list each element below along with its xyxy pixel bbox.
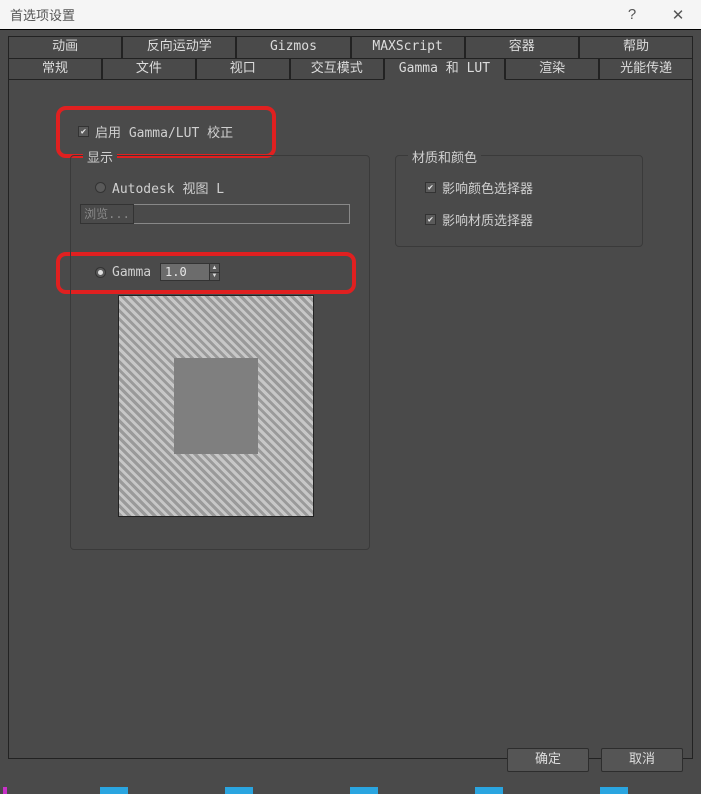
spinner-up-icon[interactable]: ▲ xyxy=(209,263,220,273)
titlebar: 首选项设置 ? ✕ xyxy=(0,0,701,30)
tab-render[interactable]: 渲染 xyxy=(505,58,599,80)
gamma-spinner[interactable]: 1.0 ▲ ▼ xyxy=(160,263,220,281)
enable-gamma-checkbox[interactable]: ✔ 启用 Gamma/LUT 校正 xyxy=(78,122,233,141)
radio-autodesk-view[interactable]: Autodesk 视图 L xyxy=(95,178,224,197)
tab-row-2: 常规 文件 视口 交互模式 Gamma 和 LUT 渲染 光能传递 xyxy=(8,58,693,80)
affect-material-picker-checkbox[interactable]: ✔ 影响材质选择器 xyxy=(425,210,533,229)
tab-viewport[interactable]: 视口 xyxy=(196,58,290,80)
tab-maxscript[interactable]: MAXScript xyxy=(351,36,465,58)
tab-help[interactable]: 帮助 xyxy=(579,36,693,58)
browse-field[interactable] xyxy=(134,204,350,224)
tab-general[interactable]: 常规 xyxy=(8,58,102,80)
gamma-value[interactable]: 1.0 xyxy=(160,263,209,281)
tab-gamma-lut[interactable]: Gamma 和 LUT xyxy=(384,58,506,80)
gamma-preview xyxy=(118,295,314,517)
affect-material-picker-label: 影响材质选择器 xyxy=(442,210,533,229)
edge-marks xyxy=(0,787,701,794)
browse-button[interactable]: 浏览... xyxy=(80,204,134,224)
check-icon: ✔ xyxy=(425,214,436,225)
help-button[interactable]: ? xyxy=(609,0,655,29)
material-group: 材质和颜色 xyxy=(395,155,643,247)
radio-gamma[interactable]: Gamma xyxy=(95,265,151,280)
affect-color-picker-label: 影响颜色选择器 xyxy=(442,178,533,197)
affect-color-picker-checkbox[interactable]: ✔ 影响颜色选择器 xyxy=(425,178,533,197)
footer-buttons: 确定 取消 xyxy=(507,748,683,772)
tab-gizmos[interactable]: Gizmos xyxy=(236,36,350,58)
display-group-label: 显示 xyxy=(83,147,117,166)
radio-icon xyxy=(95,267,106,278)
ok-button[interactable]: 确定 xyxy=(507,748,589,772)
check-icon: ✔ xyxy=(425,182,436,193)
tab-ik[interactable]: 反向运动学 xyxy=(122,36,236,58)
cancel-button[interactable]: 取消 xyxy=(601,748,683,772)
spinner-down-icon[interactable]: ▼ xyxy=(209,273,220,282)
radio-gamma-label: Gamma xyxy=(112,265,151,280)
check-icon: ✔ xyxy=(78,126,89,137)
tab-files[interactable]: 文件 xyxy=(102,58,196,80)
tab-container[interactable]: 容器 xyxy=(465,36,579,58)
tab-radiosity[interactable]: 光能传递 xyxy=(599,58,693,80)
tab-interaction[interactable]: 交互模式 xyxy=(290,58,384,80)
gamma-preview-swatch xyxy=(174,358,258,454)
radio-icon xyxy=(95,182,106,193)
radio-autodesk-label: Autodesk 视图 L xyxy=(112,178,224,197)
material-group-label: 材质和颜色 xyxy=(408,147,481,166)
window-title: 首选项设置 xyxy=(10,5,75,24)
close-button[interactable]: ✕ xyxy=(655,0,701,29)
tab-row-1: 动画 反向运动学 Gizmos MAXScript 容器 帮助 xyxy=(8,36,693,58)
enable-gamma-label: 启用 Gamma/LUT 校正 xyxy=(95,122,233,141)
browse-row: 浏览... xyxy=(80,204,350,224)
tab-animation[interactable]: 动画 xyxy=(8,36,122,58)
